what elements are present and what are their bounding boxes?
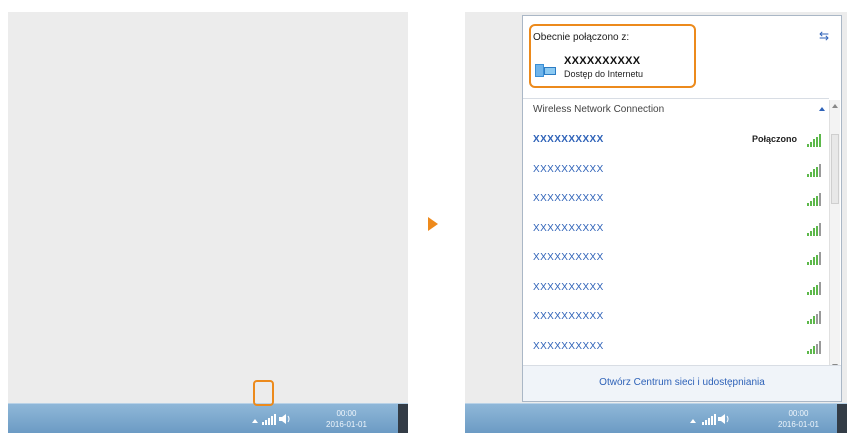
- network-name: XXXXXXXXXX: [533, 252, 604, 263]
- wifi-signal-icon: [807, 251, 821, 265]
- wifi-signal-icon: [807, 163, 821, 177]
- show-hidden-icons-button[interactable]: [252, 419, 258, 423]
- speaker-icon[interactable]: [278, 413, 292, 425]
- speaker-icon[interactable]: [717, 413, 731, 425]
- open-network-center-link[interactable]: Otwórz Centrum sieci i udostępniania: [523, 377, 841, 388]
- network-list-item[interactable]: XXXXXXXXXX: [533, 221, 823, 239]
- clock-time: 00:00: [336, 409, 357, 418]
- network-popup: Obecnie połączono z: XXXXXXXXXX Dostęp d…: [522, 15, 842, 402]
- step-arrow-icon: [428, 217, 438, 231]
- network-list-item[interactable]: XXXXXXXXXX: [533, 339, 823, 357]
- wifi-signal-icon: [807, 310, 821, 324]
- network-signal-icon[interactable]: [262, 414, 276, 425]
- taskbar: 00:00 2016-01-01: [8, 403, 408, 433]
- show-desktop-button[interactable]: [837, 404, 847, 433]
- wifi-signal-icon: [807, 281, 821, 295]
- current-connection-label: Obecnie połączono z:: [533, 32, 630, 43]
- clock-time: 00:00: [788, 409, 809, 418]
- network-signal-icon[interactable]: [702, 414, 716, 425]
- scroll-thumb[interactable]: [831, 134, 839, 204]
- section-header: Wireless Network Connection: [533, 104, 665, 115]
- tray-network-highlight: [253, 380, 274, 406]
- network-list-item[interactable]: XXXXXXXXXX: [533, 162, 823, 180]
- network-list-item[interactable]: XXXXXXXXXX: [533, 250, 823, 268]
- clock-date: 2016-01-01: [778, 420, 819, 429]
- clock-date: 2016-01-01: [326, 420, 367, 429]
- clock[interactable]: 00:00 2016-01-01: [778, 408, 819, 430]
- divider: [523, 98, 829, 99]
- network-name: XXXXXXXXXX: [533, 193, 604, 204]
- clock[interactable]: 00:00 2016-01-01: [326, 408, 367, 430]
- network-computer-icon: [535, 64, 556, 77]
- collapse-chevron-icon[interactable]: [819, 107, 825, 111]
- network-list-item[interactable]: XXXXXXXXXX: [533, 191, 823, 209]
- show-hidden-icons-button[interactable]: [690, 419, 696, 423]
- taskbar: 00:00 2016-01-01: [465, 403, 847, 433]
- network-name: XXXXXXXXXX: [533, 341, 604, 352]
- show-desktop-button[interactable]: [398, 404, 408, 433]
- network-name: XXXXXXXXXX: [533, 311, 604, 322]
- wifi-signal-icon: [807, 340, 821, 354]
- network-name: XXXXXXXXXX: [533, 164, 604, 175]
- network-list-item[interactable]: XXXXXXXXXX: [533, 309, 823, 327]
- current-network-status: Dostęp do Internetu: [564, 69, 644, 79]
- scrollbar[interactable]: [829, 100, 840, 372]
- current-network-name: XXXXXXXXXX: [564, 55, 641, 67]
- left-desktop-screen: 00:00 2016-01-01: [8, 12, 408, 433]
- wifi-signal-icon: [807, 222, 821, 236]
- network-list-item[interactable]: XXXXXXXXXX: [533, 280, 823, 298]
- wifi-signal-icon: [807, 192, 821, 206]
- network-name: XXXXXXXXXX: [533, 134, 604, 145]
- network-status: Połączono: [751, 134, 797, 144]
- refresh-icon[interactable]: ⇆: [819, 29, 829, 43]
- network-name: XXXXXXXXXX: [533, 223, 604, 234]
- network-list-item[interactable]: XXXXXXXXXX Połączono: [533, 132, 823, 150]
- network-name: XXXXXXXXXX: [533, 282, 604, 293]
- scroll-up-icon[interactable]: [832, 104, 838, 108]
- popup-footer: Otwórz Centrum sieci i udostępniania: [523, 365, 841, 401]
- wifi-signal-icon: [807, 133, 821, 147]
